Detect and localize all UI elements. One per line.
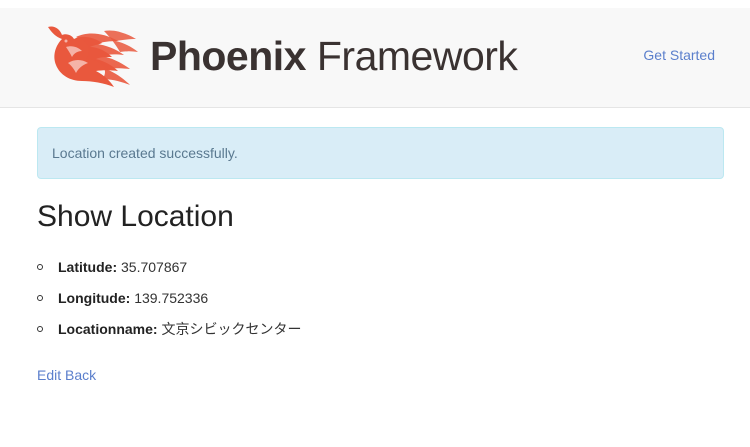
list-item-longitude: Longitude: 139.752336 (37, 286, 301, 317)
location-details-list: Latitude: 35.707867 Longitude: 139.75233… (37, 255, 301, 348)
page-title: Show Location (37, 200, 234, 233)
longitude-label: Longitude: (58, 290, 131, 306)
get-started-link[interactable]: Get Started (643, 47, 715, 63)
actions-row: Edit Back (37, 365, 96, 385)
latitude-label: Latitude: (58, 259, 118, 275)
success-alert: Location created successfully. (37, 127, 724, 179)
bullet-icon (37, 295, 43, 301)
brand-name-light: Framework (316, 33, 518, 79)
bullet-icon (37, 326, 43, 332)
brand-name-bold: Phoenix (150, 33, 306, 79)
bullet-icon (37, 264, 43, 270)
alert-message: Location created successfully. (52, 145, 238, 161)
top-strip (0, 0, 750, 8)
edit-link[interactable]: Edit (37, 367, 61, 383)
list-item-latitude: Latitude: 35.707867 (37, 255, 301, 286)
brand-name[interactable]: Phoenix Framework (150, 31, 518, 81)
latitude-value: 35.707867 (121, 259, 188, 275)
locationname-value: 文京シビックセンター (161, 321, 302, 337)
locationname-label: Locationname: (58, 321, 158, 337)
phoenix-bird-icon[interactable] (44, 23, 144, 91)
back-link[interactable]: Back (65, 367, 96, 383)
list-item-locationname: Locationname: 文京シビックセンター (37, 317, 301, 348)
longitude-value: 139.752336 (134, 290, 209, 306)
